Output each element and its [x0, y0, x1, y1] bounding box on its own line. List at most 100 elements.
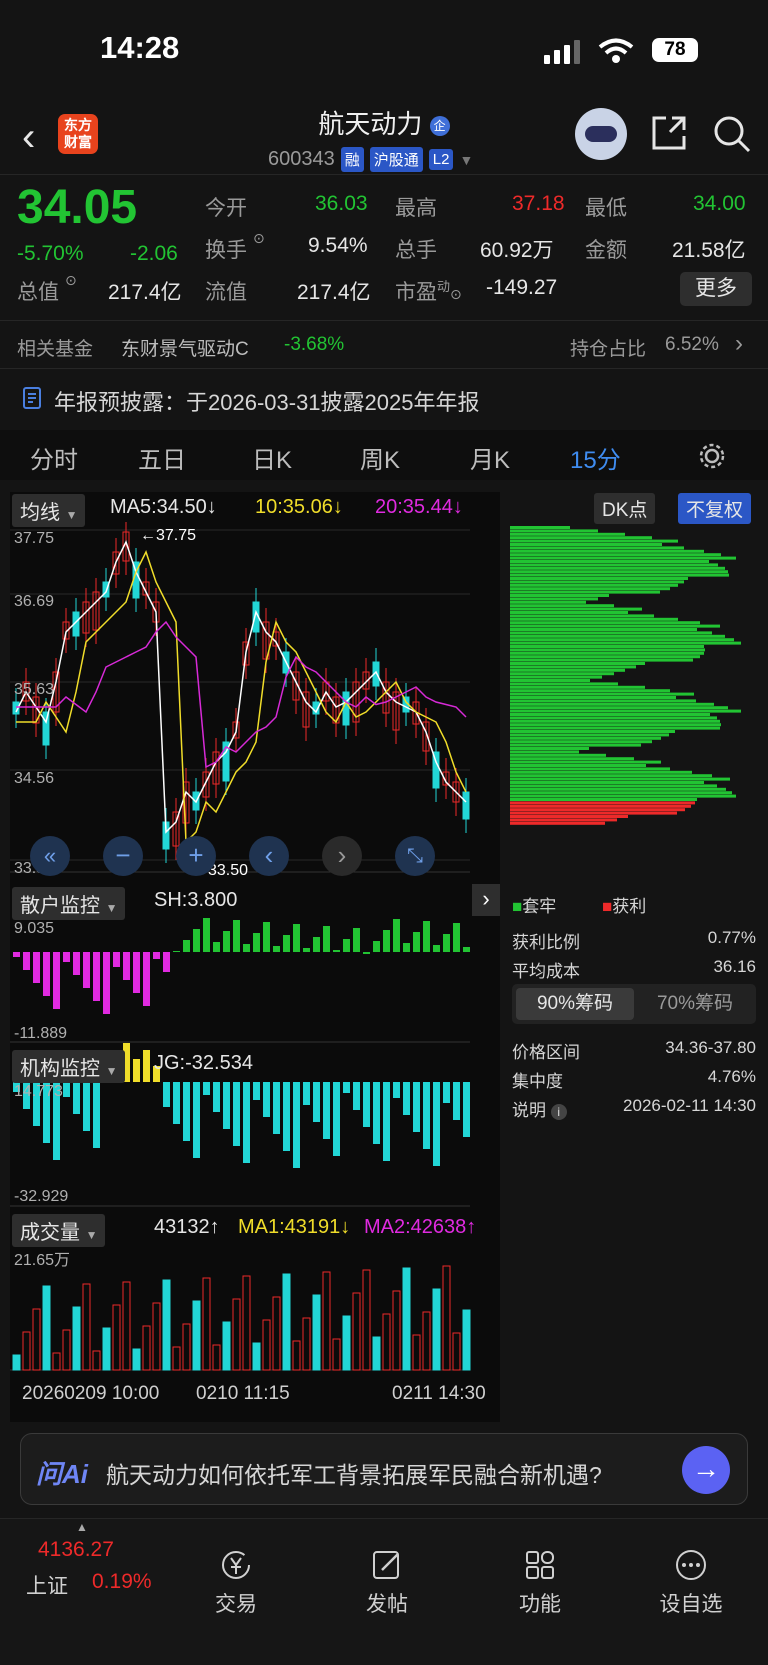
inst-bar — [163, 1082, 170, 1107]
chevron-down-icon: ▼ — [65, 508, 78, 522]
low-label: 最低 — [585, 197, 627, 220]
inst-bar — [303, 1082, 310, 1105]
more-button[interactable]: 更多 — [680, 272, 752, 306]
nav-post[interactable]: 发帖 — [337, 1548, 437, 1618]
tag-margin: 融 — [340, 147, 364, 172]
yen-cycle-icon — [222, 1551, 250, 1579]
tab-15min[interactable]: 15分 — [570, 440, 621, 475]
scroll-right-icon[interactable]: › — [322, 836, 362, 876]
tab-intraday[interactable]: 分时 — [30, 440, 78, 475]
volume-bar — [112, 1304, 121, 1371]
chip-bar — [510, 573, 729, 577]
arrow-down-icon: ↓ — [332, 496, 343, 518]
turnover-value: 9.54% — [308, 234, 368, 257]
volume-bar — [222, 1321, 231, 1371]
info-icon[interactable]: ⊙ — [253, 230, 265, 247]
tab-weekly-k[interactable]: 周K — [360, 440, 400, 475]
vol-ma2: MA2:42638↑ — [364, 1216, 476, 1239]
inst-bar — [433, 1082, 440, 1166]
ai-assistant-avatar[interactable] — [575, 108, 627, 160]
inst-bar — [223, 1082, 230, 1129]
scroll-left-icon[interactable]: ‹ — [249, 836, 289, 876]
x-label: 20260209 10:00 — [22, 1383, 160, 1404]
retail-bar — [43, 952, 50, 996]
notice-text[interactable]: 年报预披露：于2026-03-31披露2025年年报 — [54, 385, 479, 417]
retail-bar — [373, 941, 380, 952]
x-label: 0210 11:15 — [196, 1383, 290, 1404]
legend-profit-text: 获利 — [612, 897, 647, 916]
share-icon[interactable] — [650, 114, 688, 152]
send-arrow-icon[interactable]: → — [682, 1446, 730, 1494]
chip-bar — [510, 526, 570, 529]
chip-bar — [510, 648, 705, 652]
scroll-left-fast-icon[interactable]: « — [30, 836, 70, 876]
tab-monthly-k[interactable]: 月K — [470, 440, 510, 475]
zoom-out-icon[interactable]: − — [103, 836, 143, 876]
retail-bar — [353, 928, 360, 952]
fund-name[interactable]: 东财景气驱动C — [121, 334, 249, 361]
retail-bar — [283, 935, 290, 952]
fullscreen-icon[interactable]: ⤡ — [395, 836, 435, 876]
nav-trade[interactable]: 交易 — [186, 1548, 286, 1618]
retail-bar — [453, 923, 460, 952]
retail-bar — [23, 952, 30, 970]
ma20-label: 20:35.44↓ — [375, 496, 463, 519]
dk-button[interactable]: DK点 — [594, 493, 656, 524]
arrow-down-icon: ↓ — [206, 496, 217, 518]
kline-chart[interactable] — [10, 522, 502, 1407]
vol-max: 21.65万 — [14, 1252, 71, 1269]
chip-bar — [510, 798, 697, 801]
volume-bar — [32, 1308, 41, 1371]
info-icon[interactable]: ⊙ — [450, 286, 462, 302]
chip-bar — [510, 767, 670, 771]
chip-bar — [510, 600, 586, 604]
volume-selector[interactable]: 成交量 ▼ — [12, 1214, 106, 1247]
chip-bar — [510, 692, 694, 696]
adjust-button[interactable]: 不复权 — [678, 493, 752, 524]
profit-ratio-value: 0.77% — [707, 928, 756, 947]
ai-prompt[interactable]: 航天动力如何依托军工背景拓展军民融合新机遇? — [106, 1456, 602, 1490]
inst-selector[interactable]: 机构监控 ▼ — [12, 1050, 126, 1083]
inst-bar — [453, 1082, 460, 1120]
vol-ma1: MA1:43191↓ — [238, 1216, 350, 1239]
collapse-panel-icon[interactable]: › — [472, 884, 500, 916]
volume-bar — [402, 1267, 411, 1371]
nav-functions[interactable]: 功能 — [490, 1548, 590, 1618]
retail-bar — [303, 948, 310, 952]
chip-bar — [510, 685, 645, 689]
chip-bar — [510, 577, 688, 580]
info-icon[interactable]: ⊙ — [65, 272, 77, 289]
change-amount: -2.06 — [130, 242, 178, 265]
chip-bar — [510, 638, 734, 642]
volume-bar — [412, 1334, 421, 1371]
retail-value: SH:3.800 — [154, 889, 238, 911]
gear-icon[interactable] — [698, 442, 726, 470]
inst-bar — [93, 1082, 100, 1148]
retail-bar — [113, 952, 120, 967]
chevron-down-icon[interactable]: ▼ — [459, 152, 473, 168]
chip-bar — [510, 583, 678, 587]
tab-70-chips[interactable]: 70%筹码 — [636, 988, 754, 1020]
tab-90-chips[interactable]: 90%筹码 — [516, 988, 634, 1020]
chip-bar — [510, 743, 641, 747]
x-label: 0211 14:30 — [392, 1383, 486, 1404]
index-name[interactable]: 上证 — [26, 1570, 68, 1600]
tab-five-day[interactable]: 五日 — [138, 440, 186, 475]
volume-bar — [72, 1306, 81, 1371]
search-icon[interactable] — [712, 114, 752, 154]
volume-bar — [162, 1279, 171, 1371]
info-icon[interactable]: i — [550, 1104, 567, 1120]
tab-daily-k[interactable]: 日K — [252, 440, 292, 475]
zoom-in-icon[interactable]: + — [176, 836, 216, 876]
retail-selector[interactable]: 散户监控 ▼ — [12, 887, 126, 920]
legend-profit-swatch: ■ — [602, 897, 613, 916]
volume-value: 60.92万 — [480, 239, 554, 262]
chip-bar — [510, 689, 670, 693]
stock-subline: 600343 融 沪股通 L2 ▼ — [268, 147, 473, 172]
nav-watchlist[interactable]: 设自选 — [641, 1548, 741, 1618]
retail-bar — [103, 952, 110, 1014]
amount-label: 金额 — [585, 239, 627, 262]
inst-bar — [463, 1082, 470, 1137]
index-value[interactable]: 4136.27 — [38, 1538, 114, 1562]
chevron-right-icon[interactable]: › — [735, 330, 743, 358]
